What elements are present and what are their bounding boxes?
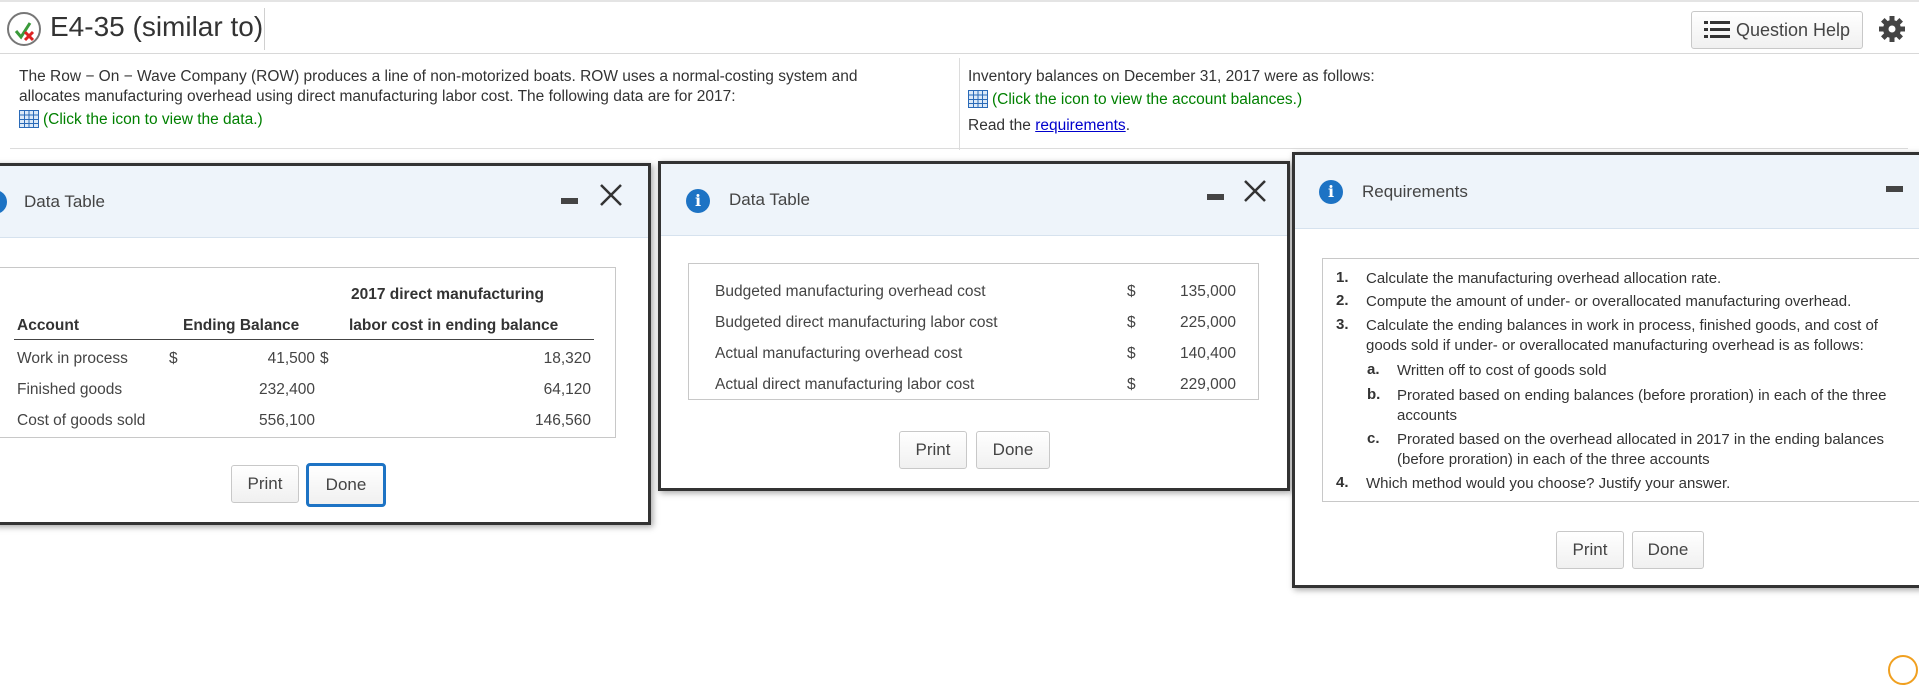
value-cell: 225,000 <box>1179 314 1236 331</box>
period-text: . <box>1125 117 1130 134</box>
dialog-title: Data Table <box>24 192 105 211</box>
subitem-letter: b. <box>1367 386 1381 403</box>
question-header: E4-35 (similar to) Question Help <box>0 0 1919 54</box>
table-icon <box>968 90 988 108</box>
info-icon: i <box>0 190 7 214</box>
close-icon[interactable] <box>599 183 623 207</box>
ending-cell: 41,500 <box>267 350 315 367</box>
problem-statement: The Row − On − Wave Company (ROW) produc… <box>19 67 919 130</box>
labor-cell: 146,560 <box>534 412 591 429</box>
requirement-text: Compute the amount of under- or overallo… <box>1366 293 1852 310</box>
dialog-header[interactable]: i Data Table <box>0 166 648 238</box>
requirement-number: 4. <box>1336 474 1349 491</box>
col-header-account: Account <box>17 317 79 334</box>
value-cell: 135,000 <box>1179 283 1236 300</box>
inventory-statement: Inventory balances on December 31, 2017 … <box>968 67 1888 136</box>
header-underline <box>14 339 594 340</box>
currency-cell: $ <box>320 350 329 367</box>
dialog-title: Data Table <box>729 190 810 209</box>
status-indicator <box>1888 655 1918 685</box>
labor-cell: 18,320 <box>543 350 591 367</box>
dialog-header[interactable]: i Data Table <box>661 164 1287 236</box>
requirement-number: 1. <box>1336 269 1349 286</box>
info-icon: i <box>686 189 710 213</box>
minimize-icon[interactable] <box>561 198 578 204</box>
label-cell: Actual manufacturing overhead cost <box>715 345 963 362</box>
label-cell: Budgeted direct manufacturing labor cost <box>715 314 998 331</box>
question-help-button[interactable]: Question Help <box>1691 11 1863 49</box>
subitem-text: Prorated based on the overhead allocated… <box>1397 431 1885 468</box>
col-header-labor: labor cost in ending balance <box>349 317 559 334</box>
subitem-letter: c. <box>1367 430 1380 447</box>
label-cell: Actual direct manufacturing labor cost <box>715 376 975 393</box>
requirement-text: Calculate the ending balances in work in… <box>1366 317 1878 354</box>
table-icon <box>19 110 39 128</box>
close-icon[interactable] <box>1243 179 1267 203</box>
requirements-dialog: i Requirements 1. Calculate the manufact… <box>1292 152 1919 588</box>
subitem-text: Prorated based on ending balances (befor… <box>1397 387 1887 424</box>
value-cell: 229,000 <box>1179 376 1236 393</box>
minimize-icon[interactable] <box>1207 194 1224 200</box>
inventory-intro: Inventory balances on December 31, 2017 … <box>968 68 1375 85</box>
label-cell: Budgeted manufacturing overhead cost <box>715 283 986 300</box>
account-cell: Finished goods <box>17 381 123 398</box>
currency-cell: $ <box>1127 345 1136 362</box>
requirement-number: 3. <box>1336 316 1349 333</box>
minimize-icon[interactable] <box>1886 186 1903 192</box>
done-button[interactable]: Done <box>976 431 1050 469</box>
done-button[interactable]: Done <box>306 463 386 507</box>
requirement-text: Which method would you choose? Justify y… <box>1366 475 1731 492</box>
gear-icon[interactable] <box>1878 15 1906 43</box>
statement-divider <box>10 148 1908 149</box>
value-cell: 140,400 <box>1179 345 1236 362</box>
print-button[interactable]: Print <box>1556 531 1624 569</box>
dialog-title: Requirements <box>1362 182 1468 201</box>
requirement-number: 2. <box>1336 292 1349 309</box>
account-balances-dialog: i Data Table 2017 direct manufacturing A… <box>0 163 651 525</box>
done-button[interactable]: Done <box>1632 531 1704 569</box>
account-cell: Work in process <box>17 350 128 367</box>
dialog-header[interactable]: i Requirements <box>1295 155 1919 229</box>
data-link-text: (Click the icon to view the data.) <box>43 111 263 128</box>
ending-cell: 232,400 <box>258 381 315 398</box>
currency-cell: $ <box>1127 283 1136 300</box>
balances-link-text: (Click the icon to view the account bala… <box>992 91 1303 108</box>
subitem-text: Written off to cost of goods sold <box>1397 362 1607 379</box>
read-requirements: Read the requirements. <box>968 116 1888 136</box>
labor-cell: 64,120 <box>543 381 591 398</box>
print-button[interactable]: Print <box>231 465 299 503</box>
data-link[interactable]: (Click the icon to view the data.) <box>19 110 919 130</box>
ending-cell: 556,100 <box>258 412 315 429</box>
question-title: E4-35 (similar to) <box>50 11 264 42</box>
account-cell: Cost of goods sold <box>17 412 146 429</box>
partial-credit-icon <box>7 12 41 46</box>
read-the-text: Read the <box>968 117 1036 134</box>
column-divider <box>959 58 960 150</box>
col-header-labor-line1: 2017 direct manufacturing <box>351 286 544 303</box>
currency-cell: $ <box>169 350 178 367</box>
balances-link[interactable]: (Click the icon to view the account bala… <box>968 90 1888 110</box>
overhead-data-dialog: i Data Table Budgeted manufacturing over… <box>658 161 1290 491</box>
subitem-letter: a. <box>1367 361 1380 378</box>
list-icon <box>1704 21 1730 38</box>
requirement-text: Calculate the manufacturing overhead all… <box>1366 270 1722 287</box>
header-divider <box>264 8 265 50</box>
question-help-label: Question Help <box>1736 20 1851 40</box>
currency-cell: $ <box>1127 314 1136 331</box>
currency-cell: $ <box>1127 376 1136 393</box>
problem-intro: The Row − On − Wave Company (ROW) produc… <box>19 68 858 105</box>
info-icon: i <box>1319 180 1343 204</box>
requirements-link[interactable]: requirements <box>1035 117 1125 134</box>
print-button[interactable]: Print <box>899 431 967 469</box>
col-header-ending: Ending Balance <box>183 317 300 334</box>
